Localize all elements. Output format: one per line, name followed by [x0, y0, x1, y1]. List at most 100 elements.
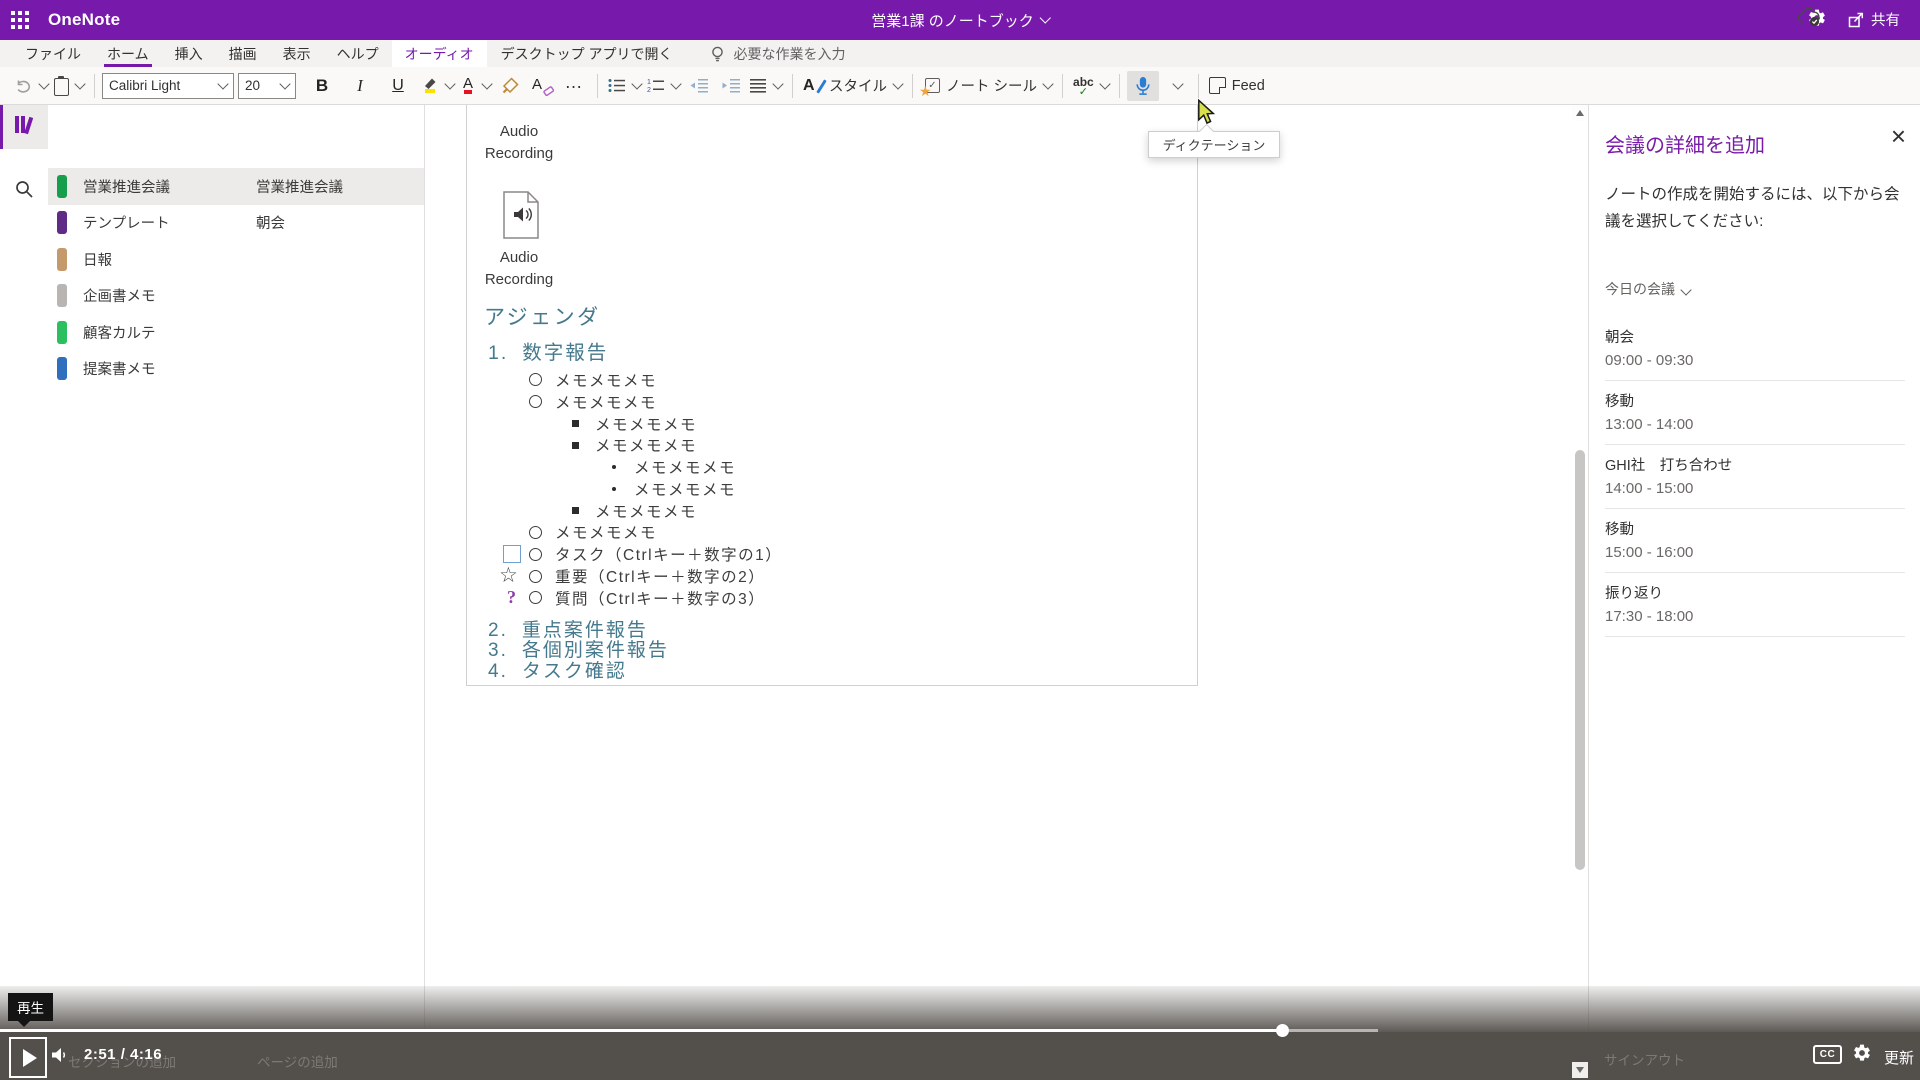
page-item[interactable]: 営業推進会議 [238, 168, 424, 205]
section-item[interactable]: 企画書メモ [48, 278, 238, 315]
todo-checkbox[interactable] [503, 545, 521, 563]
note-row[interactable]: メモメモメモ [467, 391, 1187, 413]
section-item[interactable]: テンプレート [48, 205, 238, 242]
meeting-item[interactable]: 移動15:00 - 16:00 [1605, 509, 1905, 573]
styles-icon: A [803, 77, 823, 95]
play-tooltip: 再生 [8, 993, 53, 1021]
clear-formatting-button[interactable]: A [526, 71, 558, 101]
note-row[interactable]: メモメモメモ [467, 522, 1187, 544]
app-launcher-icon[interactable] [0, 0, 40, 40]
closed-captions-button[interactable]: CC [1813, 1045, 1842, 1064]
tab-home[interactable]: ホーム [94, 40, 162, 67]
section-color-tab [57, 357, 67, 380]
feed-button[interactable]: Feed [1206, 71, 1268, 101]
bullet-circle [529, 591, 542, 604]
tab-audio[interactable]: オーディオ [392, 40, 487, 67]
playback-time: 2:51 / 4:16 [84, 1046, 162, 1063]
note-row[interactable]: メモメモメモ [467, 500, 1187, 522]
note-row[interactable]: メモメモメモ [467, 478, 1187, 500]
highlighter-button[interactable] [418, 71, 457, 101]
more-formatting-button[interactable]: … [558, 71, 590, 101]
meeting-list: 朝会09:00 - 09:30移動13:00 - 14:00GHI社 打ち合わせ… [1605, 317, 1905, 637]
section-item[interactable]: 顧客カルテ [48, 314, 238, 351]
dictation-dropdown[interactable] [1159, 71, 1191, 101]
player-settings-icon[interactable] [1852, 1043, 1872, 1068]
note-row[interactable]: タスク（Ctrlキー＋数字の1） [467, 543, 1187, 565]
decrease-indent-button[interactable] [683, 71, 715, 101]
tab-view[interactable]: 表示 [270, 40, 324, 67]
font-name-combobox[interactable]: Calibri Light [102, 73, 234, 99]
italic-button[interactable]: I [344, 71, 376, 101]
section-item[interactable]: 日報 [48, 241, 238, 278]
bullets-button[interactable] [605, 71, 644, 101]
undo-button[interactable] [12, 71, 51, 101]
seek-handle[interactable] [1276, 1024, 1289, 1037]
note-row[interactable]: メモメモメモ [467, 413, 1187, 435]
styles-button[interactable]: A スタイル [800, 71, 905, 101]
note-row[interactable]: ?質問（Ctrlキー＋数字の3） [467, 587, 1187, 609]
chevron-down-icon [1173, 78, 1184, 89]
share-button[interactable]: 共有 [1836, 4, 1912, 35]
todays-meetings-dropdown[interactable]: 今日の会議 [1605, 279, 1690, 299]
seek-bar-played[interactable] [0, 1029, 1282, 1032]
note-row[interactable]: メモメモメモ [467, 369, 1187, 391]
meeting-item[interactable]: 振り返り17:30 - 18:00 [1605, 573, 1905, 637]
open-in-desktop-button[interactable]: デスクトップ アプリで開く [487, 40, 687, 67]
note-row[interactable]: メモメモメモ [467, 456, 1187, 478]
chevron-down-icon [481, 78, 492, 89]
update-link[interactable]: 更新 [1884, 1047, 1914, 1068]
audio-file-icon[interactable] [503, 191, 539, 244]
add-page-button[interactable]: ページの追加 [257, 1051, 338, 1071]
agenda-block[interactable]: アジェンダ 1.数字報告 メモメモメモメモメモメモメモメモメモメモメモメモメモメ… [467, 301, 1187, 682]
seek-bar-remaining[interactable] [1289, 1029, 1378, 1032]
meeting-item[interactable]: 移動13:00 - 14:00 [1605, 381, 1905, 445]
tab-draw[interactable]: 描画 [216, 40, 270, 67]
note-row[interactable]: ☆重要（Ctrlキー＋数字の2） [467, 565, 1187, 587]
tab-file[interactable]: ファイル [12, 40, 94, 67]
section-color-tab [57, 211, 67, 234]
page-canvas[interactable]: AudioRecording AudioRecording アジェンダ 1.数字… [425, 105, 1588, 1080]
increase-indent-button[interactable] [715, 71, 747, 101]
sections-pane: 営業推進会議テンプレート日報企画書メモ顧客カルテ提案書メモ [48, 105, 238, 1080]
meeting-time: 09:00 - 09:30 [1605, 352, 1905, 369]
page-item[interactable]: 朝会 [238, 205, 424, 242]
section-item[interactable]: 提案書メモ [48, 351, 238, 388]
tab-insert[interactable]: 挿入 [162, 40, 216, 67]
spell-check-button[interactable]: abc✓ [1070, 71, 1112, 101]
paste-button[interactable] [51, 71, 87, 101]
alignment-button[interactable] [747, 71, 785, 101]
bold-button[interactable]: B [306, 71, 338, 101]
search-button[interactable] [0, 167, 48, 211]
scrollbar-down-arrow[interactable] [1572, 1062, 1588, 1078]
meeting-item[interactable]: GHI社 打ち合わせ14:00 - 15:00 [1605, 445, 1905, 509]
font-size-combobox[interactable]: 20 [238, 73, 296, 99]
font-color-button[interactable]: A [457, 71, 494, 101]
search-icon [15, 180, 34, 199]
tab-help[interactable]: ヘルプ [324, 40, 392, 67]
dictation-button[interactable] [1127, 71, 1159, 101]
scrollbar-thumb[interactable] [1575, 450, 1585, 870]
underline-button[interactable]: U [382, 71, 414, 101]
audio-recording-label[interactable]: AudioRecording [464, 247, 574, 291]
notebook-title-header[interactable]: 営業1課 のノートブック [871, 0, 1049, 40]
section-item[interactable]: 営業推進会議 [48, 168, 238, 205]
note-row[interactable]: メモメモメモ [467, 434, 1187, 456]
play-button[interactable] [9, 1037, 47, 1078]
note-text: メモメモメモ [634, 478, 736, 500]
note-text: メモメモメモ [555, 369, 657, 391]
numbering-button[interactable]: 12 [644, 71, 683, 101]
scrollbar-up-arrow[interactable] [1572, 105, 1588, 121]
notebook-list-toggle[interactable] [0, 105, 48, 149]
clear-formatting-icon: A [532, 76, 552, 96]
close-icon[interactable]: × [1891, 123, 1906, 149]
meeting-item[interactable]: 朝会09:00 - 09:30 [1605, 317, 1905, 381]
note-tags-button[interactable]: ✓★ ノート シール [920, 71, 1055, 101]
audio-recording-label-clipped[interactable]: AudioRecording [464, 121, 574, 165]
sign-out-link[interactable]: サインアウト [1604, 1049, 1685, 1069]
volume-icon[interactable] [50, 1046, 70, 1069]
meeting-time: 17:30 - 18:00 [1605, 608, 1905, 625]
mouse-cursor [1196, 99, 1218, 130]
tell-me-search[interactable]: 必要な作業を入力 [709, 40, 846, 67]
format-painter-button[interactable] [494, 71, 526, 101]
section-label: 顧客カルテ [83, 322, 156, 343]
